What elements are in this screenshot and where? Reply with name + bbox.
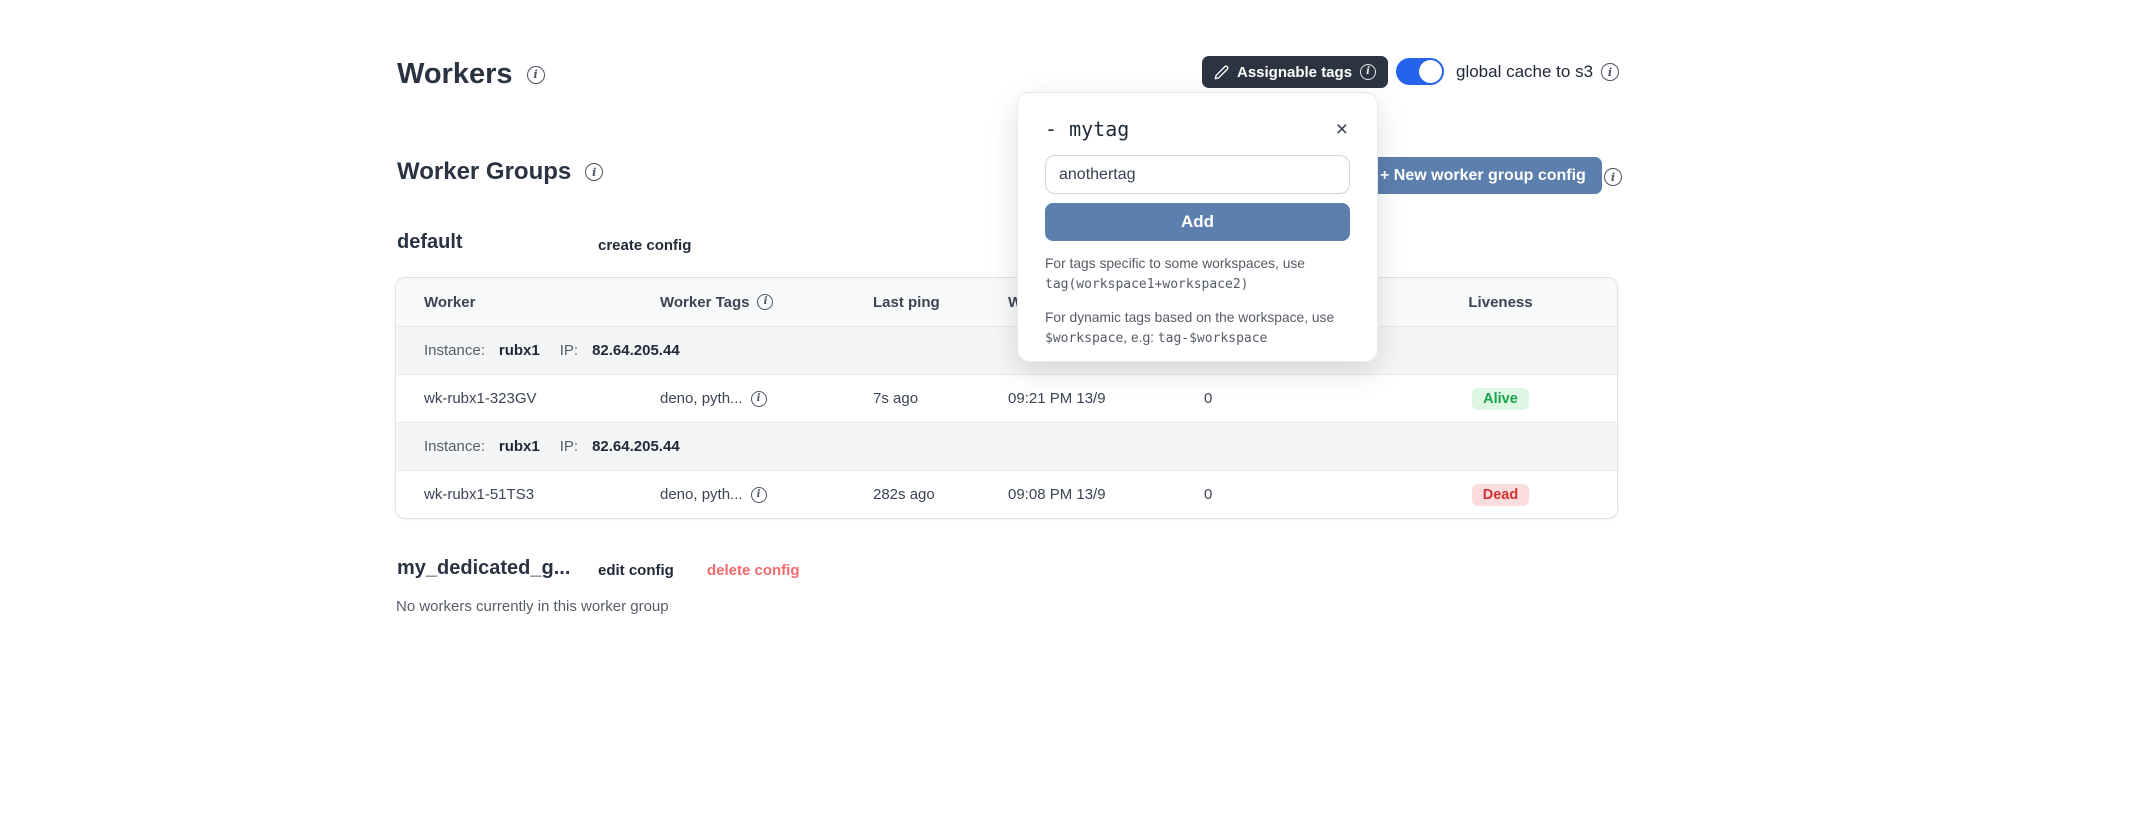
info-icon[interactable]: i xyxy=(1601,63,1619,81)
jobs-cell: 0 xyxy=(1204,390,1384,407)
instance-ip: 82.64.205.44 xyxy=(592,342,680,359)
column-header-liveness: Liveness xyxy=(1384,294,1617,311)
instance-name: rubx1 xyxy=(499,438,540,455)
info-icon: i xyxy=(1360,64,1376,80)
worker-name: wk-rubx1-51TS3 xyxy=(424,486,660,503)
last-ping-cell: 282s ago xyxy=(873,486,1008,503)
page-title: Workers i xyxy=(397,58,545,91)
info-icon[interactable]: i xyxy=(527,66,545,84)
new-tag-input[interactable] xyxy=(1045,155,1350,194)
column-header-worker: Worker xyxy=(424,294,660,311)
table-header-row: Worker Worker Tags i Last ping Worker st… xyxy=(396,278,1617,326)
workers-table: Worker Worker Tags i Last ping Worker st… xyxy=(395,277,1618,519)
code-snippet: $workspace xyxy=(1045,331,1123,346)
close-icon[interactable]: × xyxy=(1334,119,1350,140)
instance-row: Instance: rubx1 IP: 82.64.205.44 xyxy=(396,326,1617,374)
global-cache-toggle[interactable] xyxy=(1396,58,1444,85)
status-badge-alive: Alive xyxy=(1472,388,1529,410)
assignable-tags-popover: - mytag × Add For tags specific to some … xyxy=(1017,92,1378,362)
create-config-button[interactable]: create config xyxy=(598,237,691,254)
info-icon[interactable]: i xyxy=(751,487,767,503)
edit-config-button[interactable]: edit config xyxy=(598,562,674,579)
assignable-tags-button[interactable]: Assignable tags i xyxy=(1202,56,1388,88)
new-worker-group-config-button[interactable]: + New worker group config xyxy=(1364,157,1602,194)
code-snippet: tag-$workspace xyxy=(1158,331,1268,346)
empty-group-message: No workers currently in this worker grou… xyxy=(396,598,669,615)
last-ping-cell: 7s ago xyxy=(873,390,1008,407)
info-icon[interactable]: i xyxy=(1604,168,1622,186)
worker-tags-cell: deno, pyth... i xyxy=(660,486,873,503)
liveness-cell: Dead xyxy=(1384,484,1617,506)
popover-title-row: - mytag × xyxy=(1045,117,1350,141)
status-badge-dead: Dead xyxy=(1472,484,1529,506)
worker-row: wk-rubx1-51TS3 deno, pyth... i 282s ago … xyxy=(396,470,1617,518)
info-icon[interactable]: i xyxy=(757,294,773,310)
toggle-knob xyxy=(1419,60,1442,83)
workers-page: Workers i Assignable tags i global cache… xyxy=(0,0,2136,835)
worker-name: wk-rubx1-323GV xyxy=(424,390,660,407)
pencil-icon xyxy=(1214,65,1229,80)
global-cache-label: global cache to s3 xyxy=(1456,62,1593,82)
instance-name: rubx1 xyxy=(499,342,540,359)
delete-config-button[interactable]: delete config xyxy=(707,562,800,579)
page-title-text: Workers xyxy=(397,58,513,91)
liveness-cell: Alive xyxy=(1384,388,1617,410)
instance-row: Instance: rubx1 IP: 82.64.205.44 xyxy=(396,422,1617,470)
worker-start-cell: 09:08 PM 13/9 xyxy=(1008,486,1204,503)
worker-groups-heading-text: Worker Groups xyxy=(397,158,571,186)
info-icon[interactable]: i xyxy=(585,163,603,181)
popover-help-workspaces: For tags specific to some workspaces, us… xyxy=(1045,254,1350,295)
column-header-last-ping: Last ping xyxy=(873,294,1008,311)
column-header-worker-tags: Worker Tags i xyxy=(660,294,873,311)
code-snippet: tag(workspace1+workspace2) xyxy=(1045,277,1249,292)
worker-row: wk-rubx1-323GV deno, pyth... i 7s ago 09… xyxy=(396,374,1617,422)
jobs-cell: 0 xyxy=(1204,486,1384,503)
instance-ip: 82.64.205.44 xyxy=(592,438,680,455)
assignable-tags-label: Assignable tags xyxy=(1237,64,1352,81)
group-name-dedicated: my_dedicated_g... xyxy=(397,557,570,580)
info-icon[interactable]: i xyxy=(751,391,767,407)
worker-start-cell: 09:21 PM 13/9 xyxy=(1008,390,1204,407)
worker-tags-cell: deno, pyth... i xyxy=(660,390,873,407)
group-name-default: default xyxy=(397,231,463,254)
popover-help-dynamic: For dynamic tags based on the workspace,… xyxy=(1045,308,1350,349)
worker-groups-heading: Worker Groups i xyxy=(397,158,603,186)
tag-item: - mytag xyxy=(1045,117,1129,141)
add-tag-button[interactable]: Add xyxy=(1045,203,1350,241)
